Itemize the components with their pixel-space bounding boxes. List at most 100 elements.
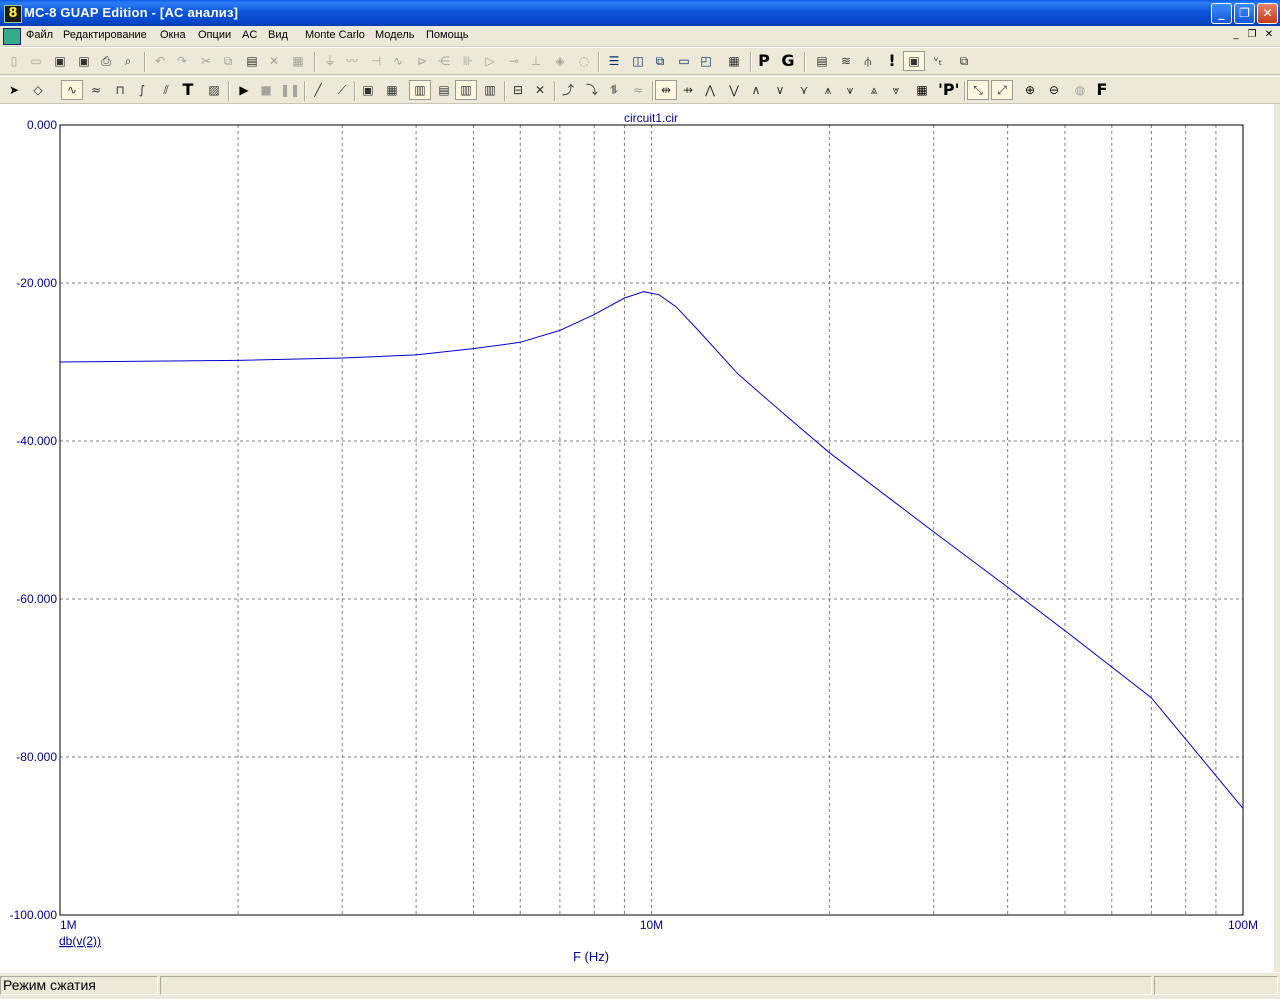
inductor-icon[interactable]: ∿: [388, 52, 408, 70]
data-table-icon[interactable]: ▦: [912, 81, 932, 99]
shape-icon[interactable]: ◇: [28, 81, 48, 99]
app-icon[interactable]: 8: [4, 5, 22, 23]
delete-icon[interactable]: ✕: [264, 52, 284, 70]
g-button[interactable]: G: [778, 52, 798, 70]
redo-icon[interactable]: ↷: [172, 52, 192, 70]
print-preview-icon[interactable]: ⌕: [118, 52, 138, 70]
ground-icon[interactable]: ⏚: [320, 52, 340, 70]
cut-icon[interactable]: ✂: [196, 52, 216, 70]
save-icon[interactable]: ▣: [50, 52, 70, 70]
p-quote-button[interactable]: 'P': [938, 81, 960, 99]
valley-find-icon[interactable]: ⋁: [724, 81, 744, 99]
menu-options[interactable]: Опции: [198, 29, 231, 41]
menu-ac[interactable]: AC: [242, 29, 257, 41]
print-icon[interactable]: ⎙: [96, 52, 116, 70]
select-all-icon[interactable]: ▦: [288, 52, 308, 70]
menu-edit[interactable]: Редактирование: [63, 29, 147, 41]
calculator-icon[interactable]: ▦: [724, 52, 744, 70]
wave-off-icon[interactable]: ≈: [628, 81, 648, 99]
variable-icon[interactable]: ᵛₜ: [928, 52, 948, 70]
copy-icon[interactable]: ⧉: [218, 52, 238, 70]
wire-icon[interactable]: ⊥: [526, 52, 546, 70]
trace-label[interactable]: db(v(2)): [59, 934, 101, 948]
pulse-icon[interactable]: ⊓: [110, 81, 130, 99]
new-icon[interactable]: ▯: [4, 52, 24, 70]
peak-find-icon[interactable]: ⋀: [700, 81, 720, 99]
cursor-right-icon[interactable]: ⇸: [678, 81, 698, 99]
fine-grid-icon[interactable]: ▤: [434, 81, 454, 99]
text-tool-button[interactable]: T: [178, 81, 198, 99]
grid-style-icon[interactable]: ▥: [455, 80, 477, 100]
zoom-window-icon[interactable]: ⧉: [954, 52, 974, 70]
cursor-left-icon[interactable]: ⇹: [655, 80, 677, 100]
cross-icon[interactable]: ✕: [530, 81, 550, 99]
menu-help[interactable]: Помощь: [426, 29, 469, 41]
window-icon[interactable]: ▭: [674, 52, 694, 70]
open-icon[interactable]: ▭: [26, 52, 46, 70]
mdi-minimize-button[interactable]: _: [1229, 28, 1243, 42]
info-icon[interactable]: !: [882, 52, 902, 70]
bottom-icon[interactable]: ⩔: [886, 81, 906, 99]
diode-icon[interactable]: ⊳: [412, 52, 432, 70]
capacitor-icon[interactable]: ⊣: [366, 52, 386, 70]
document-icon[interactable]: [3, 28, 21, 45]
menu-monte-carlo[interactable]: Monte Carlo: [305, 29, 365, 41]
high-icon[interactable]: ∧: [746, 81, 766, 99]
top-icon[interactable]: ⩓: [864, 81, 884, 99]
trace-db-v2[interactable]: [59, 291, 1244, 809]
valley-icon[interactable]: ⤵: [582, 81, 602, 99]
grid-style2-icon[interactable]: ▥: [480, 81, 500, 99]
step-icon[interactable]: ∫: [132, 81, 152, 99]
minor-grid-icon[interactable]: ▥: [409, 80, 431, 100]
stop-icon[interactable]: ■: [256, 81, 276, 99]
mdi-close-button[interactable]: ✕: [1262, 28, 1276, 42]
component-list-icon[interactable]: ▤: [812, 52, 832, 70]
save-all-icon[interactable]: ▣: [74, 52, 94, 70]
line-icon[interactable]: ╱: [308, 81, 328, 99]
menu-view[interactable]: Вид: [268, 29, 288, 41]
select-arrow-icon[interactable]: ➤: [4, 81, 24, 99]
line-points-icon[interactable]: ⟋: [332, 81, 352, 99]
opamp-icon[interactable]: ▷: [480, 52, 500, 70]
menu-model[interactable]: Модель: [375, 29, 414, 41]
frame-icon[interactable]: ▣: [358, 81, 378, 99]
menu-file[interactable]: Файл: [26, 29, 53, 41]
tile-vertical-icon[interactable]: ◫: [628, 52, 648, 70]
p-button[interactable]: P: [754, 52, 774, 70]
switch-icon[interactable]: ⊸: [504, 52, 524, 70]
global-low-icon[interactable]: ⩛: [840, 81, 860, 99]
pin-icon[interactable]: ⫛: [858, 52, 878, 70]
menu-windows[interactable]: Окна: [160, 29, 186, 41]
inflection-icon[interactable]: ⋎: [794, 81, 814, 99]
baseline-icon[interactable]: ⊟: [508, 81, 528, 99]
waveform-icon[interactable]: ≋: [836, 52, 856, 70]
f-button[interactable]: F: [1092, 81, 1112, 99]
trace-icon[interactable]: ∿: [61, 80, 83, 100]
ac-analysis-plot[interactable]: 0.000 -20.000 -40.000 -60.000 -80.000 -100.00…: [0, 104, 1274, 972]
tag-mode2-icon[interactable]: ⤢: [991, 80, 1013, 100]
source-icon[interactable]: ◌: [574, 52, 594, 70]
wave-icon[interactable]: ≈: [86, 81, 106, 99]
zoom-out-icon[interactable]: ⊖: [1044, 81, 1064, 99]
restore-button[interactable]: ❐: [1234, 3, 1255, 24]
global-high-icon[interactable]: ⩚: [818, 81, 838, 99]
tag-mode-icon[interactable]: ⤡: [967, 80, 989, 100]
peak-icon[interactable]: ⤴: [558, 81, 578, 99]
properties-icon[interactable]: ▨: [204, 81, 224, 99]
slope-icon[interactable]: ⥮: [604, 81, 624, 99]
grid-icon[interactable]: ▦: [382, 81, 402, 99]
grid-display-icon[interactable]: ▣: [903, 51, 925, 71]
ramp-icon[interactable]: ⫽: [156, 81, 176, 99]
tile-horizontal-icon[interactable]: ☰: [604, 52, 624, 70]
pause-icon[interactable]: ❚❚: [280, 81, 300, 99]
close-button[interactable]: ✕: [1257, 3, 1278, 24]
battery-icon[interactable]: ⊪: [458, 52, 478, 70]
resistor-icon[interactable]: 〰: [342, 52, 362, 70]
scale-icon[interactable]: ◍: [1070, 81, 1090, 99]
split-window-icon[interactable]: ◰: [696, 52, 716, 70]
paste-icon[interactable]: ▤: [242, 52, 262, 70]
mdi-restore-button[interactable]: ❐: [1245, 28, 1259, 42]
minimize-button[interactable]: _: [1211, 3, 1232, 24]
run-icon[interactable]: ▶: [234, 81, 254, 99]
cascade-icon[interactable]: ⧉: [650, 52, 670, 70]
